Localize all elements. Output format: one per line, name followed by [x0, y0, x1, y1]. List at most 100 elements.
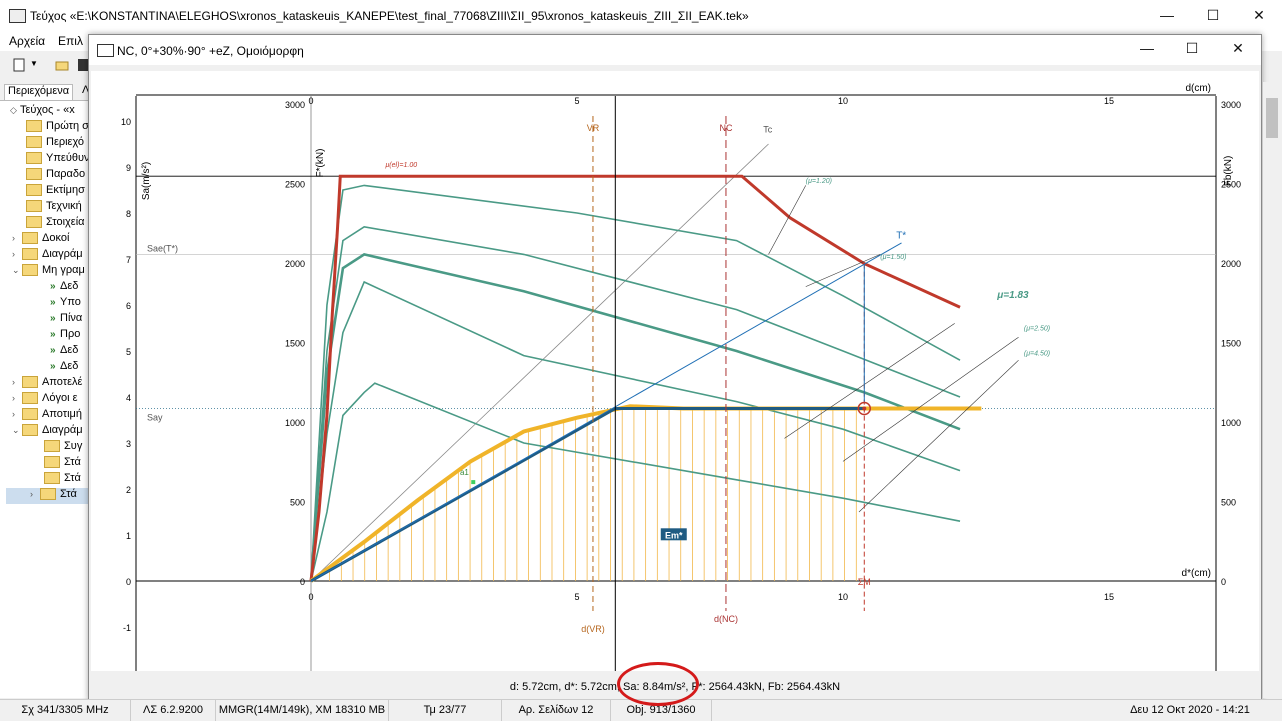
- double-arrow-icon: »: [50, 361, 56, 372]
- tree-item[interactable]: Πρώτη σ: [26, 120, 89, 136]
- status-cpu: Σχ 341/3305 MHz: [0, 700, 131, 721]
- tree-item[interactable]: ◇ Τεύχος - «x: [10, 104, 75, 120]
- tree-item-label: Παραδο: [46, 168, 86, 180]
- plot-close-button[interactable]: ✕: [1215, 33, 1261, 64]
- sa-tick-label: 6: [126, 301, 131, 311]
- chevron-right-icon[interactable]: ›: [12, 233, 22, 243]
- tree-item[interactable]: Στοιχεία: [26, 216, 85, 232]
- pushover-chart: -10123456789100 0500 5001000 10001500 150020…: [121, 83, 1241, 671]
- fb-tick-label: 1000: [1221, 418, 1241, 428]
- highlight-oval: [617, 662, 699, 706]
- new-file-icon[interactable]: [12, 58, 26, 72]
- plot-maximize-button[interactable]: ☐: [1169, 33, 1215, 64]
- tree-item[interactable]: Παραδο: [26, 168, 85, 184]
- x-bottom-axis-label: d*(cm): [1182, 568, 1211, 579]
- sa-tick-label: 2: [126, 485, 131, 495]
- side-tabs: Περιεχόμενα Λ: [0, 82, 90, 101]
- tree-item[interactable]: » Δεδ: [50, 360, 78, 376]
- tree-item[interactable]: Εκτίμησ: [26, 184, 85, 200]
- sa-axis-label: Sa(m/s²): [141, 162, 152, 200]
- menu-file[interactable]: Αρχεία: [9, 34, 45, 48]
- mu120-label: (μ=1.20): [806, 178, 832, 185]
- chevron-right-icon[interactable]: ›: [12, 393, 22, 403]
- x-top-tick-label: 10: [838, 96, 848, 106]
- folder-icon: [22, 248, 38, 261]
- tree-item-label: Διαγράμ: [42, 424, 83, 436]
- toolbar: ▼: [0, 52, 90, 80]
- x-bottom-tick-label: 10: [838, 592, 848, 602]
- tree-item-label: Περιεχό: [46, 136, 85, 148]
- tree-item[interactable]: Στά: [44, 472, 81, 488]
- tree-item[interactable]: » Δεδ: [50, 280, 78, 296]
- sa-tick-label: 5: [126, 347, 131, 357]
- fb-tick-label: 1500: [1221, 339, 1241, 349]
- tree-item-label: Υπεύθυν: [46, 152, 90, 164]
- dnc-label: d(NC): [714, 614, 738, 624]
- folder-icon: [22, 392, 38, 405]
- elastic-spectrum-curve: [309, 174, 961, 582]
- tree-item[interactable]: ⌄ Διαγράμ: [12, 424, 83, 440]
- demand-curve-mu150: [310, 225, 961, 582]
- chevron-right-icon[interactable]: ›: [12, 377, 22, 387]
- tstar-label: T*: [896, 230, 906, 241]
- tree-item[interactable]: » Δεδ: [50, 344, 78, 360]
- tree-item[interactable]: › Αποτιμή: [12, 408, 82, 424]
- folder-icon: [26, 200, 42, 213]
- tab-contents[interactable]: Περιεχόμενα: [4, 84, 74, 100]
- f-tick-label: 1500: [285, 339, 305, 349]
- chevron-down-icon[interactable]: ⌄: [12, 265, 22, 276]
- tree-item[interactable]: » Προ: [50, 328, 80, 344]
- tree-item[interactable]: Στά: [44, 456, 81, 472]
- tree-item-label: Πίνα: [60, 312, 83, 324]
- menu-edit[interactable]: Επιλ: [58, 34, 83, 48]
- open-folder-icon[interactable]: [55, 58, 69, 72]
- chevron-right-icon[interactable]: ›: [30, 489, 40, 499]
- tree-item[interactable]: Συγ: [44, 440, 82, 456]
- tree-item-label: Λόγοι ε: [42, 392, 78, 404]
- folder-icon: [22, 408, 38, 421]
- folder-open-icon: [22, 424, 38, 437]
- folder-icon: [22, 376, 38, 389]
- plot-minimize-button[interactable]: —: [1124, 33, 1170, 64]
- tree-item[interactable]: › Στά: [6, 488, 90, 504]
- folder-icon: [44, 472, 60, 485]
- app-title: Τεύχος «E:\KONSTANTINA\ELEGHOS\xronos_ka…: [30, 9, 749, 23]
- tree-item[interactable]: › Λόγοι ε: [12, 392, 78, 408]
- tree-item-label: Τεχνική: [46, 200, 82, 212]
- double-arrow-icon: »: [50, 329, 56, 340]
- minimize-button[interactable]: —: [1144, 0, 1190, 31]
- fb-tick-label: 2000: [1221, 259, 1241, 269]
- sa-tick-label: 4: [126, 393, 131, 403]
- tree-item[interactable]: › Δοκοί: [12, 232, 69, 248]
- tc-label: Tc: [763, 125, 773, 135]
- dropdown-arrow-icon[interactable]: ▼: [30, 59, 38, 68]
- f-tick-label: 500: [290, 498, 305, 508]
- close-button[interactable]: ✕: [1236, 0, 1282, 31]
- tree-item-label: Δοκοί: [42, 232, 70, 244]
- sae-label: Sae(T*): [147, 243, 178, 253]
- dvr-label: d(VR): [581, 624, 605, 634]
- demand-curve-mu120: [310, 184, 961, 582]
- folder-icon: [26, 120, 42, 133]
- tree-item-label: Δεδ: [60, 344, 79, 356]
- app-icon: [9, 9, 26, 23]
- tree-item[interactable]: » Υπο: [50, 296, 81, 312]
- vertical-scrollbar[interactable]: [1263, 82, 1281, 698]
- tree-item[interactable]: ⌄ Μη γραμ: [12, 264, 85, 280]
- tree-item[interactable]: › Διαγράμ: [12, 248, 83, 264]
- tree-item-label: Εκτίμησ: [46, 184, 85, 196]
- scrollbar-thumb[interactable]: [1266, 98, 1278, 138]
- tree-item[interactable]: Τεχνική: [26, 200, 82, 216]
- maximize-button[interactable]: ☐: [1190, 0, 1236, 31]
- folder-icon: [44, 440, 60, 453]
- chevron-right-icon[interactable]: ›: [12, 409, 22, 419]
- tree-item[interactable]: Περιεχό: [26, 136, 84, 152]
- chevron-right-icon[interactable]: ›: [12, 249, 22, 259]
- folder-icon: [44, 456, 60, 469]
- tree-item[interactable]: Υπεύθυν: [26, 152, 89, 168]
- chevron-down-icon[interactable]: ⌄: [12, 425, 22, 436]
- sa-tick-label: 8: [126, 209, 131, 219]
- pushover-plot-area[interactable]: -1 0 1 2 3 4 5 6 7 8 9 10 0 0 500 500 1000 1000 1500 1500 20…: [91, 71, 1259, 671]
- tree-item[interactable]: › Αποτελέ: [12, 376, 82, 392]
- tree-item[interactable]: » Πίνα: [50, 312, 82, 328]
